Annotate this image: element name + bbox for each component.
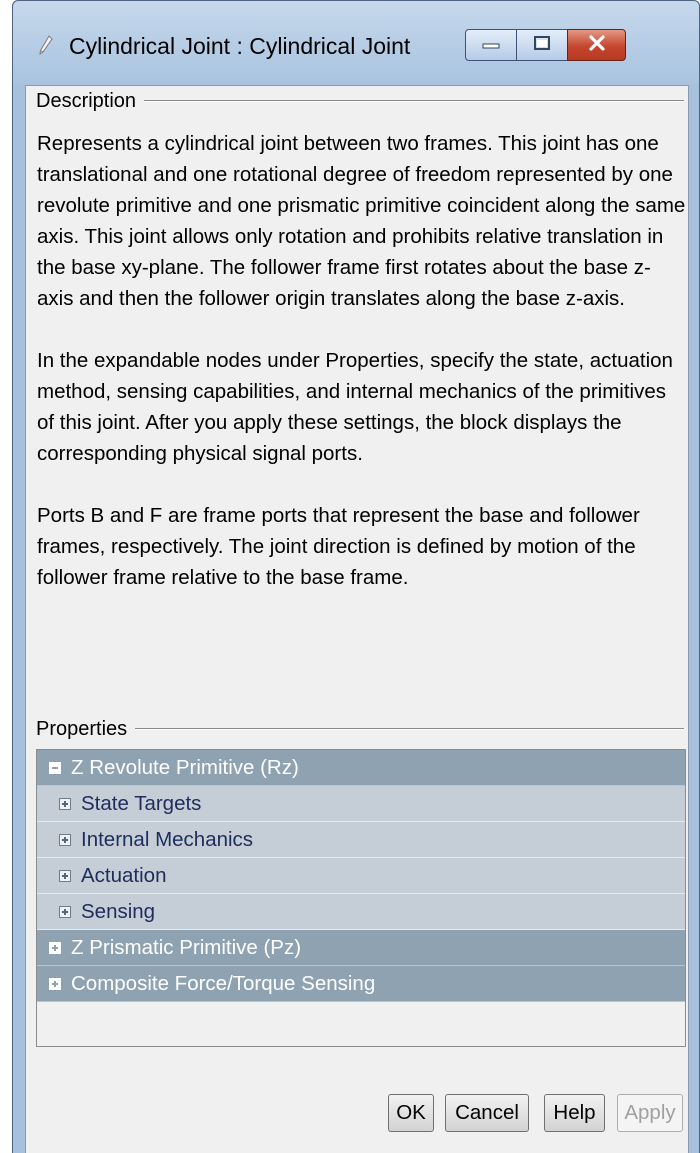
properties-tree[interactable]: Z Revolute Primitive (Rz) State Targets … <box>36 749 686 1047</box>
tree-node-actuation[interactable]: Actuation <box>37 858 685 894</box>
tree-node-label: Sensing <box>81 899 156 923</box>
tree-node-composite-force-torque-sensing[interactable]: Composite Force/Torque Sensing <box>37 966 685 1002</box>
description-paragraph: In the expandable nodes under Properties… <box>37 349 673 465</box>
ok-button[interactable]: OK <box>388 1094 434 1132</box>
tree-node-z-prismatic-primitive[interactable]: Z Prismatic Primitive (Pz) <box>37 930 685 966</box>
description-text: Represents a cylindrical joint between t… <box>37 128 687 624</box>
window-title: Cylindrical Joint : Cylindrical Joint <box>69 33 411 59</box>
group-divider <box>144 100 684 102</box>
minimize-icon <box>482 36 500 54</box>
tree-node-label: Composite Force/Torque Sensing <box>71 971 376 995</box>
cancel-button[interactable]: Cancel <box>445 1094 529 1132</box>
close-button[interactable] <box>567 29 626 61</box>
dialog-body: Description Represents a cylindrical joi… <box>25 85 689 1153</box>
tree-node-label: State Targets <box>81 791 202 815</box>
pencil-icon <box>39 35 53 56</box>
tree-node-label: Z Revolute Primitive (Rz) <box>71 755 299 779</box>
tree-node-label: Internal Mechanics <box>81 827 254 851</box>
tree-node-label: Z Prismatic Primitive (Pz) <box>71 935 302 959</box>
expand-icon[interactable] <box>59 905 71 918</box>
title-bar[interactable]: Cylindrical Joint : Cylindrical Joint <box>13 1 699 85</box>
group-divider <box>135 728 684 730</box>
expand-icon[interactable] <box>59 833 71 846</box>
properties-header: Properties <box>36 717 128 740</box>
expand-icon[interactable] <box>59 797 71 810</box>
tree-node-state-targets[interactable]: State Targets <box>37 786 685 822</box>
help-button[interactable]: Help <box>544 1094 605 1132</box>
description-paragraph: Represents a cylindrical joint between t… <box>37 132 686 310</box>
description-paragraph: Ports B and F are frame ports that repre… <box>37 504 640 589</box>
description-group-header: Description <box>36 86 684 116</box>
expand-icon[interactable] <box>49 977 61 990</box>
expand-icon[interactable] <box>49 941 61 954</box>
tree-node-internal-mechanics[interactable]: Internal Mechanics <box>37 822 685 858</box>
close-icon <box>588 34 606 56</box>
tree-node-sensing[interactable]: Sensing <box>37 894 685 930</box>
description-header: Description <box>36 89 137 112</box>
collapse-icon[interactable] <box>49 761 61 774</box>
properties-group-header: Properties <box>36 714 684 744</box>
dialog-window: Cylindrical Joint : Cylindrical Joint De… <box>12 0 700 1153</box>
maximize-icon <box>533 35 551 56</box>
tree-node-z-revolute-primitive[interactable]: Z Revolute Primitive (Rz) <box>37 750 685 786</box>
maximize-button[interactable] <box>516 29 568 61</box>
tree-node-label: Actuation <box>81 863 167 887</box>
expand-icon[interactable] <box>59 869 71 882</box>
minimize-button[interactable] <box>465 29 517 61</box>
apply-button[interactable]: Apply <box>617 1094 683 1132</box>
